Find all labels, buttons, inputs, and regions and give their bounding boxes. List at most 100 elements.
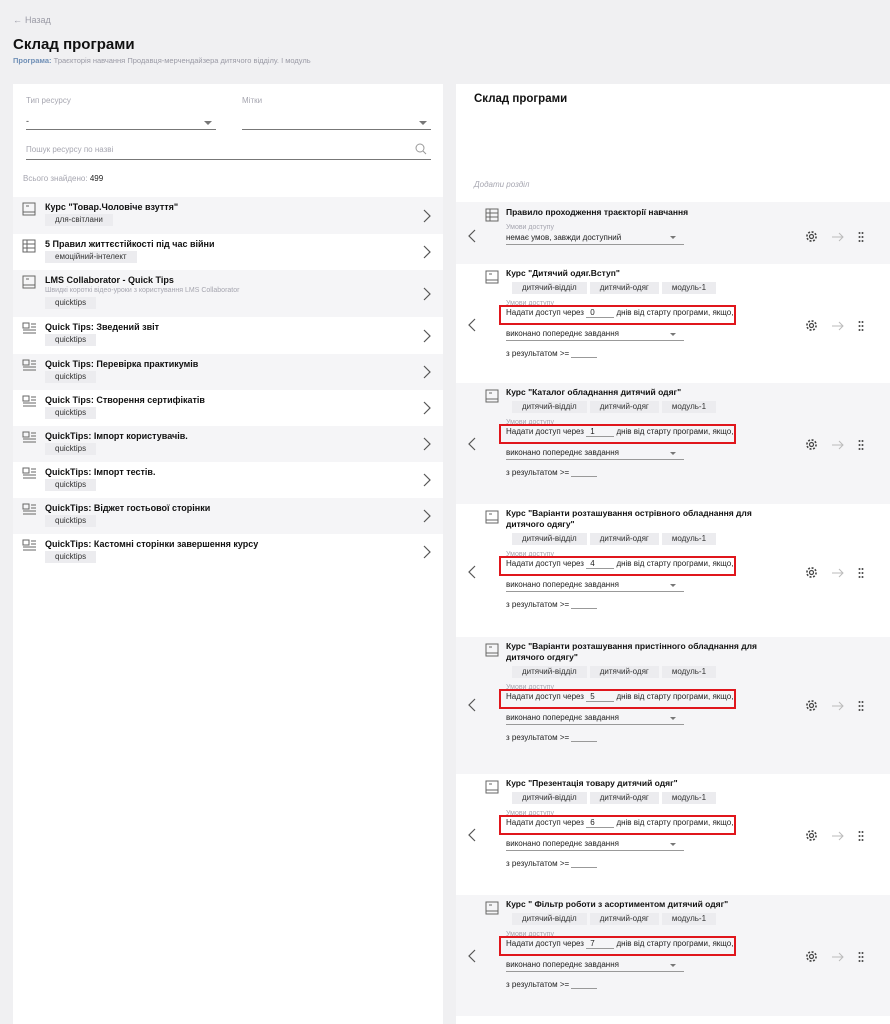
resource-tag: емоційний-інтелект	[45, 251, 137, 263]
chevron-left-icon[interactable]	[468, 565, 476, 581]
program-tag: дитячий-відділ	[512, 533, 587, 545]
drag-handle-icon[interactable]	[858, 439, 864, 453]
chevron-left-icon[interactable]	[468, 828, 476, 844]
program-item-tags: дитячий-відділ дитячий-одяг модуль-1	[506, 532, 836, 545]
resource-item[interactable]: QuickTips: Віджет гостьової сторінки quic…	[13, 498, 443, 534]
chevron-right-icon[interactable]	[423, 245, 431, 261]
program-tag: дитячий-одяг	[589, 533, 659, 545]
search-icon[interactable]	[415, 143, 427, 157]
gear-icon[interactable]	[805, 566, 818, 581]
course-icon	[485, 643, 499, 659]
resource-item[interactable]: QuickTips: Кастомні сторінки завершення …	[13, 534, 443, 570]
gear-icon[interactable]	[805, 438, 818, 453]
arrow-right-icon[interactable]	[831, 321, 845, 333]
program-item-title: Курс "Каталог обладнання дитячий одяг"	[506, 387, 682, 397]
result-input[interactable]	[571, 859, 598, 868]
add-section-link[interactable]: Додати розділ	[474, 180, 529, 189]
course-icon	[22, 202, 36, 218]
result-input[interactable]	[571, 733, 598, 742]
drag-handle-icon[interactable]	[858, 700, 864, 714]
resource-item[interactable]: LMS Collaborator - Quick Tips Швидкі коро…	[13, 270, 443, 317]
resource-item[interactable]: Quick Tips: Зведений звіт quicktips	[13, 317, 443, 354]
resource-item[interactable]: QuickTips: Імпорт тестів. quicktips	[13, 462, 443, 498]
result-label: з результатом >=	[506, 600, 570, 609]
program-item-title: Курс "Варіанти розташування острівного о…	[506, 508, 752, 529]
back-link[interactable]: ← Назад	[13, 15, 51, 25]
arrow-right-icon[interactable]	[831, 701, 845, 713]
chevron-right-icon[interactable]	[423, 209, 431, 225]
chevron-right-icon[interactable]	[423, 473, 431, 489]
chevron-right-icon[interactable]	[423, 509, 431, 525]
resource-item[interactable]: Quick Tips: Перевірка практикумів quickti…	[13, 354, 443, 390]
highlight-box	[499, 936, 736, 956]
previous-task-select[interactable]: виконано попереднє завдання	[506, 580, 684, 592]
arrow-right-icon[interactable]	[831, 440, 845, 452]
resource-type-label: Тип ресурсу	[26, 96, 71, 105]
resource-item[interactable]: 5 Правил життєстійкості під час війни емо…	[13, 234, 443, 270]
result-threshold: з результатом >=	[506, 859, 836, 868]
chevron-right-icon[interactable]	[423, 365, 431, 381]
drag-handle-icon[interactable]	[858, 320, 864, 334]
trajectory-icon	[485, 208, 499, 224]
program-item-body: Курс "Варіанти розташування острівного о…	[499, 508, 836, 609]
previous-task-select[interactable]: виконано попереднє завдання	[506, 713, 684, 725]
result-input[interactable]	[571, 349, 598, 358]
result-input[interactable]	[571, 980, 598, 989]
program-item-body: Курс "Варіанти розташування пристінного …	[499, 641, 836, 742]
condition-select[interactable]: немає умов, завжди доступний	[506, 232, 684, 245]
program-item-body: Курс "Каталог обладнання дитячий одяг" ди…	[499, 387, 836, 477]
drag-handle-icon[interactable]	[858, 567, 864, 581]
drag-handle-icon[interactable]	[858, 830, 864, 844]
result-input[interactable]	[571, 600, 598, 609]
result-label: з результатом >=	[506, 468, 570, 477]
chevron-right-icon[interactable]	[423, 545, 431, 561]
chevron-left-icon[interactable]	[468, 437, 476, 453]
program-item-body: Курс "Дитячий одяг.Вступ" дитячий-відділ д…	[499, 268, 836, 358]
chevron-down-icon	[670, 964, 676, 967]
material-icon	[22, 503, 37, 518]
previous-task-select[interactable]: виконано попереднє завдання	[506, 329, 684, 341]
chevron-left-icon[interactable]	[468, 949, 476, 965]
resource-item[interactable]: QuickTips: Імпорт користувачів. quicktips	[13, 426, 443, 462]
chevron-left-icon[interactable]	[468, 698, 476, 714]
chevron-left-icon[interactable]	[468, 318, 476, 334]
program-item-tags: дитячий-відділ дитячий-одяг модуль-1	[506, 912, 836, 925]
resource-panel: Тип ресурсу - Мітки Всього знайдено: 499…	[13, 84, 443, 1024]
resource-item[interactable]: Курс "Товар.Чоловіче взуття" для-світлани	[13, 197, 443, 234]
arrow-right-icon[interactable]	[831, 831, 845, 843]
arrow-right-icon[interactable]	[831, 952, 845, 964]
resource-title: 5 Правил життєстійкості під час війни	[45, 239, 215, 249]
arrow-right-icon[interactable]	[831, 232, 845, 244]
program-items: Правило проходження траєкторії навчання У…	[456, 202, 890, 1016]
resource-title: QuickTips: Кастомні сторінки завершення …	[45, 539, 259, 549]
gear-icon[interactable]	[805, 699, 818, 714]
resource-type-value: -	[26, 116, 29, 126]
program-item-tags: дитячий-відділ дитячий-одяг модуль-1	[506, 665, 836, 678]
previous-task-select[interactable]: виконано попереднє завдання	[506, 839, 684, 851]
result-threshold: з результатом >=	[506, 468, 836, 477]
resource-type-select[interactable]: -	[26, 116, 216, 130]
previous-task-select[interactable]: виконано попереднє завдання	[506, 960, 684, 972]
resource-title: Quick Tips: Перевірка практикумів	[45, 359, 199, 369]
chevron-left-icon[interactable]	[468, 229, 476, 245]
tags-select[interactable]	[242, 116, 431, 130]
result-input[interactable]	[571, 468, 598, 477]
gear-icon[interactable]	[805, 950, 818, 965]
conditions-label: Умови доступу	[506, 224, 554, 231]
chevron-right-icon[interactable]	[423, 437, 431, 453]
gear-icon[interactable]	[805, 829, 818, 844]
chevron-right-icon[interactable]	[423, 401, 431, 417]
chevron-right-icon[interactable]	[423, 287, 431, 303]
program-item-tags: дитячий-відділ дитячий-одяг модуль-1	[506, 791, 836, 804]
resource-item[interactable]: Quick Tips: Створення сертифікатів quickt…	[13, 390, 443, 426]
drag-handle-icon[interactable]	[858, 231, 864, 245]
arrow-right-icon[interactable]	[831, 568, 845, 580]
drag-handle-icon[interactable]	[858, 951, 864, 965]
previous-task-select[interactable]: виконано попереднє завдання	[506, 448, 684, 460]
access-rule: Надати доступ через 1 днів від старту пр…	[499, 424, 836, 444]
chevron-right-icon[interactable]	[423, 329, 431, 345]
search-input[interactable]	[26, 145, 406, 154]
gear-icon[interactable]	[805, 230, 818, 245]
gear-icon[interactable]	[805, 319, 818, 334]
resource-tag: quicktips	[45, 407, 97, 419]
